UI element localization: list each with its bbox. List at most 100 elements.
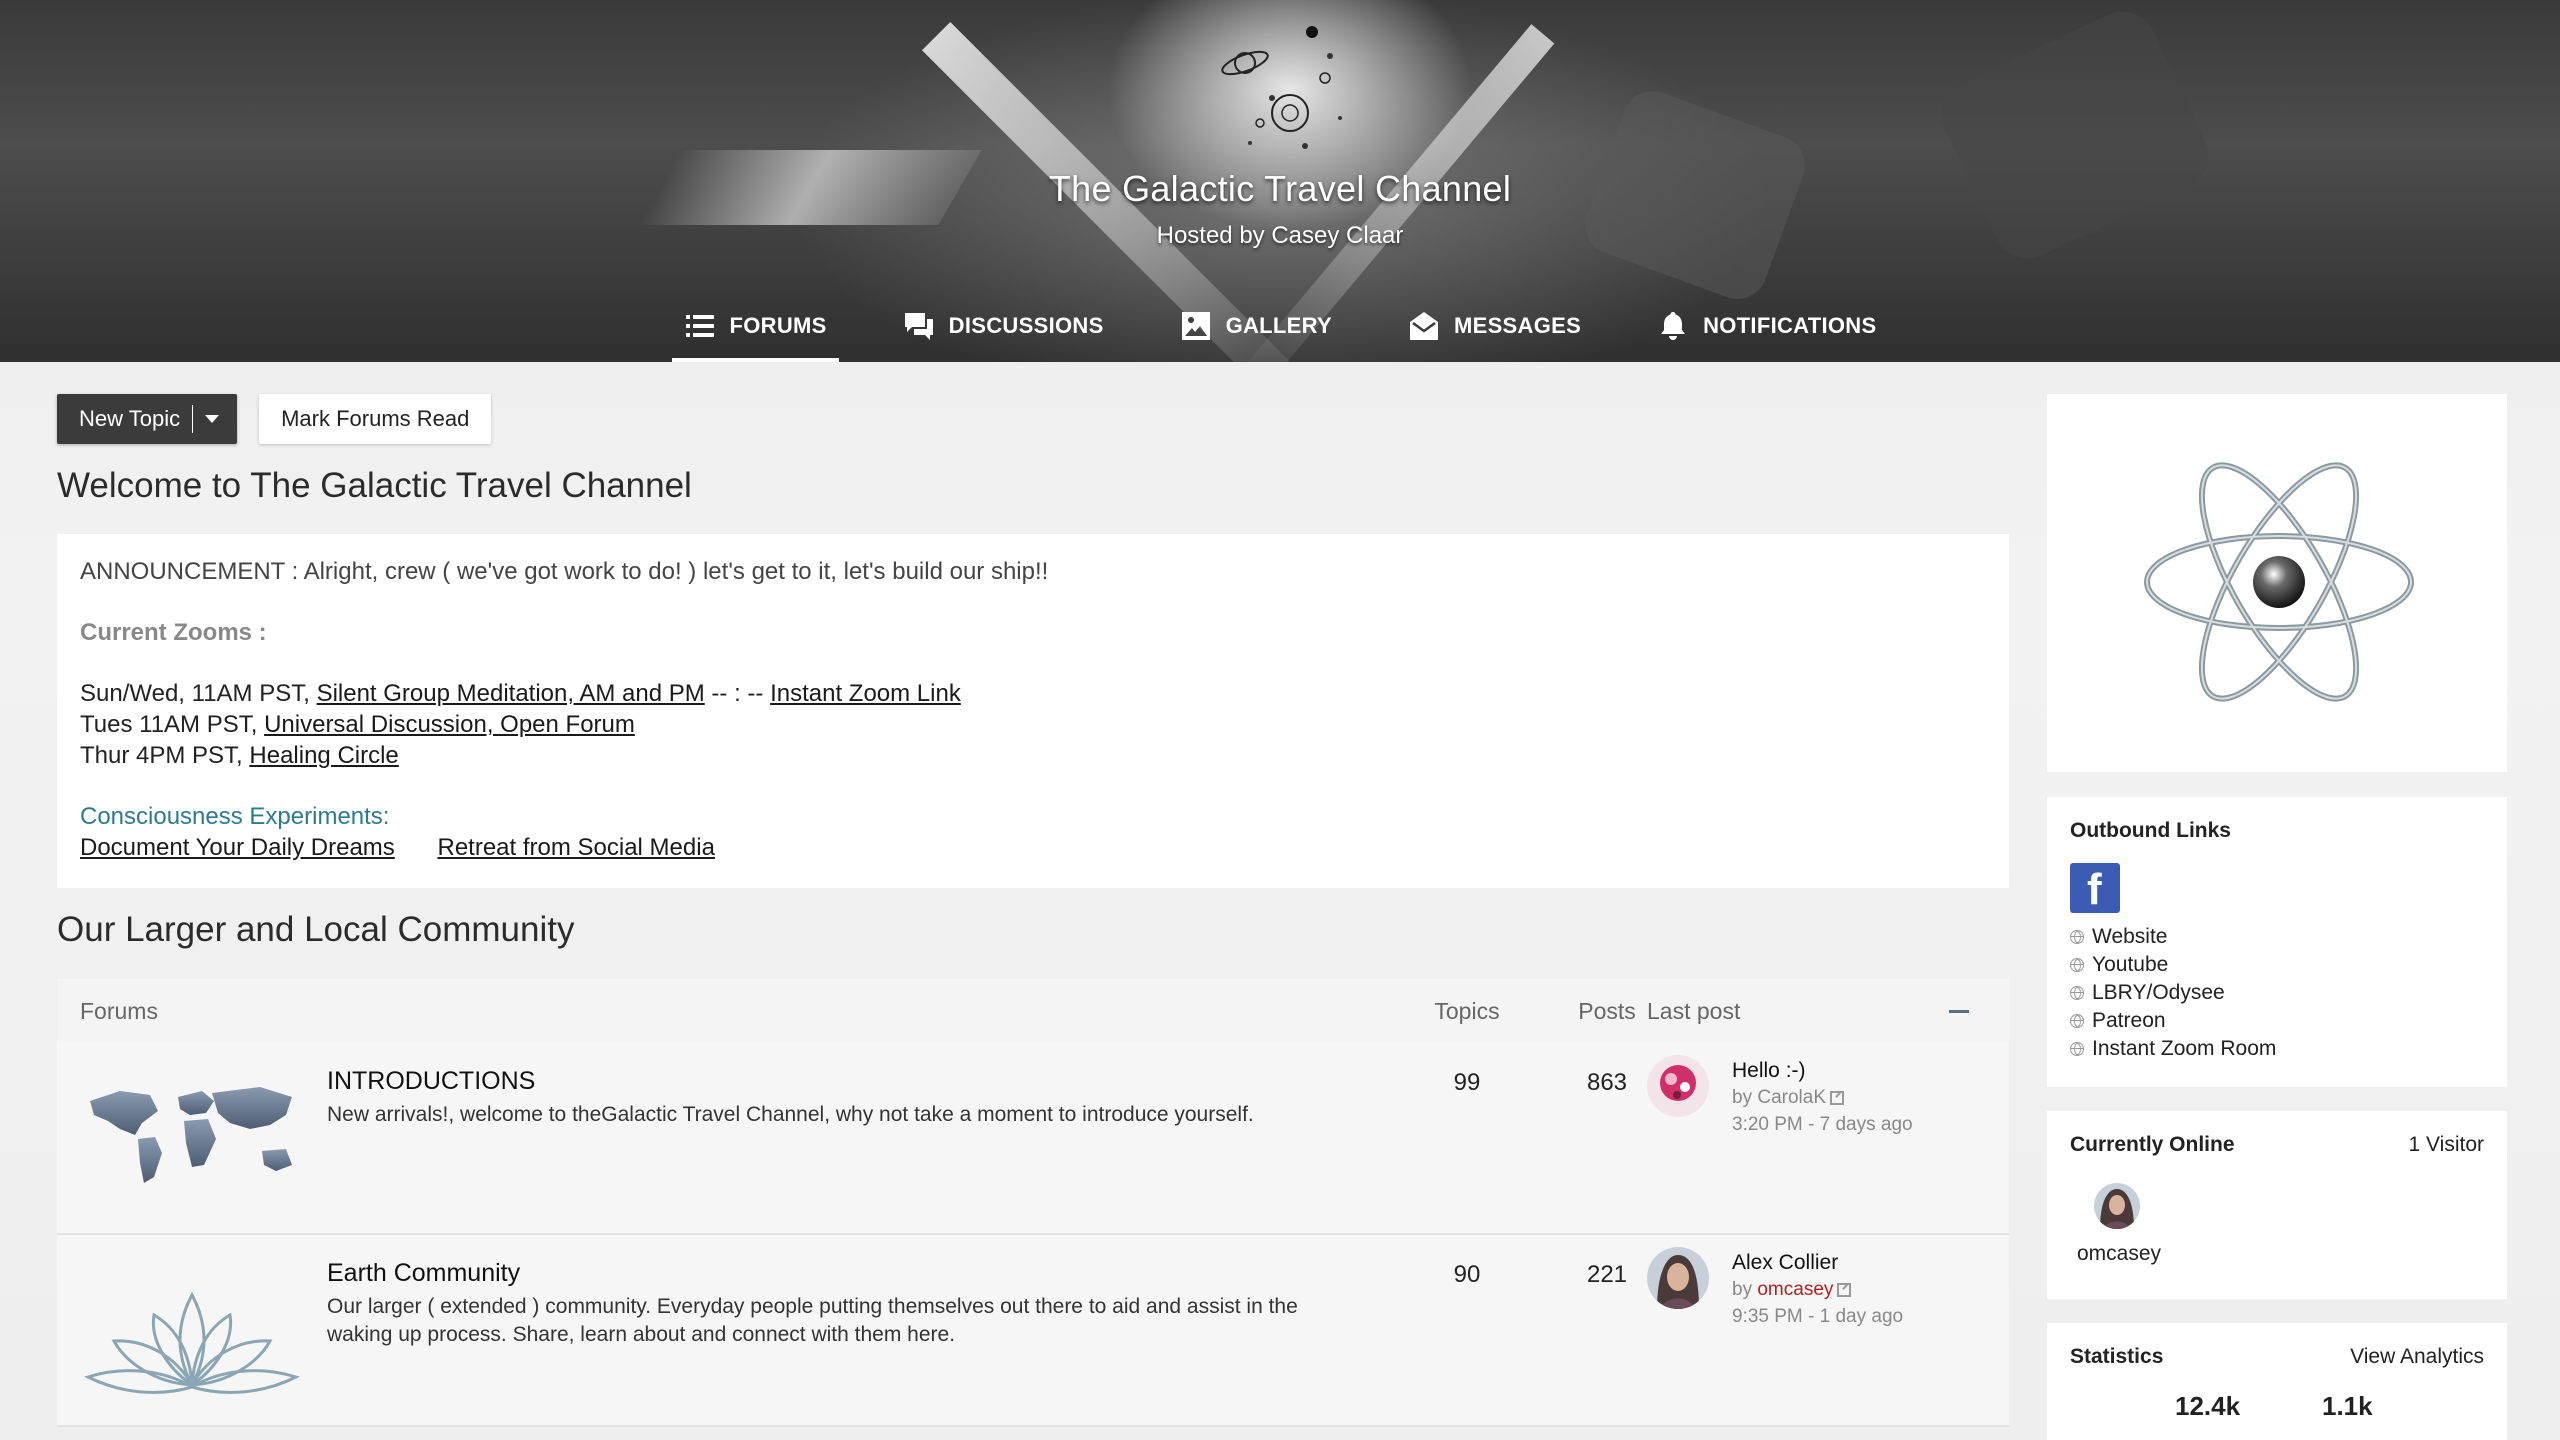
author-link[interactable]: CarolaK: [1757, 1087, 1826, 1108]
globe-icon: [2070, 958, 2084, 972]
outbound-links-list: Website Youtube LBRY/Odysee Patreon Inst…: [2070, 923, 2484, 1063]
globe-icon: [2070, 1042, 2084, 1056]
last-post-title[interactable]: Alex Collier: [1732, 1251, 1838, 1275]
outbound-links-card: Outbound Links f Website Youtube LBRY/Od…: [2047, 797, 2507, 1087]
list-icon: [685, 315, 714, 337]
globe-icon: [2070, 986, 2084, 1000]
author-link[interactable]: omcasey: [1757, 1279, 1833, 1300]
envelope-icon: [1409, 312, 1438, 340]
globe-icon: [2070, 1014, 2084, 1028]
chat-bubbles-icon: [904, 313, 933, 340]
meditation-link[interactable]: Silent Group Meditation, AM and PM: [317, 680, 705, 707]
online-title: Currently Online: [2070, 1133, 2235, 1156]
external-link-icon[interactable]: [1837, 1282, 1852, 1297]
experiments-heading: Consciousness Experiments:: [80, 803, 390, 830]
link-label: Youtube: [2092, 953, 2169, 976]
visitor-count: 1 Visitor: [2408, 1133, 2484, 1156]
forum-title[interactable]: INTRODUCTIONS: [327, 1067, 535, 1096]
outbound-link-lbry[interactable]: LBRY/Odysee: [2070, 979, 2484, 1007]
mark-forums-read-button[interactable]: Mark Forums Read: [259, 394, 492, 444]
image-icon: [1181, 312, 1210, 340]
forum-description: Our larger ( extended ) community. Every…: [327, 1295, 1298, 1346]
globe-icon: [2070, 930, 2084, 944]
forum-row[interactable]: Earth Community Our larger ( extended ) …: [57, 1235, 2009, 1427]
currently-online-card: Currently Online 1 Visitor omcasey: [2047, 1111, 2507, 1299]
last-post-title[interactable]: Hello :-): [1732, 1059, 1806, 1083]
topics-count: 90: [1453, 1261, 1481, 1288]
avatar[interactable]: [1647, 1247, 1709, 1309]
col-forums: Forums: [80, 998, 158, 1024]
outbound-link-patreon[interactable]: Patreon: [2070, 1007, 2484, 1035]
by-label: by: [1732, 1087, 1758, 1108]
stat-value: 1.1k: [2322, 1391, 2373, 1421]
collapse-icon[interactable]: [1949, 1010, 1969, 1013]
discussion-link[interactable]: Universal Discussion, Open Forum: [264, 711, 635, 738]
forum-title[interactable]: Earth Community: [327, 1259, 520, 1288]
world-map-icon: [90, 1087, 292, 1183]
zoom-item: Sun/Wed, 11AM PST, Silent Group Meditati…: [80, 678, 1986, 709]
forum-description: New arrivals!, welcome to theGalactic Tr…: [327, 1103, 1254, 1126]
site-logo-icon[interactable]: [1200, 18, 1370, 168]
nav-messages[interactable]: MESSAGES: [1396, 290, 1593, 362]
atom-icon: [2144, 462, 2414, 702]
last-post-author: by CarolaK: [1732, 1087, 1845, 1109]
link-label: Patreon: [2092, 1009, 2166, 1032]
online-user[interactable]: omcasey: [2077, 1183, 2162, 1266]
lotus-icon: [84, 1291, 300, 1394]
announcement-text: ANNOUNCEMENT : Alright, crew ( we've got…: [80, 558, 1049, 585]
avatar[interactable]: [2094, 1183, 2140, 1229]
nav-notifications-label: NOTIFICATIONS: [1703, 313, 1877, 338]
nav-discussions-label: DISCUSSIONS: [948, 313, 1104, 338]
new-topic-label: New Topic: [79, 406, 181, 431]
view-analytics-link[interactable]: View Analytics: [2350, 1345, 2484, 1369]
zoom-separator: -- : --: [704, 680, 771, 707]
site-header: The Galactic Travel Channel Hosted by Ca…: [0, 0, 2560, 362]
online-username: omcasey: [2077, 1242, 2162, 1265]
healing-circle-link[interactable]: Healing Circle: [249, 742, 398, 769]
new-topic-button[interactable]: New Topic: [57, 394, 238, 444]
outbound-link-zoom-room[interactable]: Instant Zoom Room: [2070, 1035, 2484, 1063]
avatar[interactable]: [1647, 1055, 1709, 1117]
zooms-heading: Current Zooms :: [80, 619, 267, 646]
nav-notifications[interactable]: NOTIFICATIONS: [1645, 290, 1888, 362]
zoom-time: Sun/Wed, 11AM PST,: [80, 680, 317, 707]
social-media-link[interactable]: Retreat from Social Media: [437, 834, 714, 861]
last-post-author: by omcasey: [1732, 1279, 1852, 1301]
stats-header: Statistics View Analytics: [2070, 1345, 2484, 1369]
col-topics: Topics: [1434, 998, 1500, 1024]
facebook-icon[interactable]: f: [2070, 863, 2120, 914]
atom-logo-card: [2047, 394, 2507, 772]
forum-table: Forums Topics Posts Last post INTRODUCTI…: [57, 979, 2009, 1427]
outbound-link-website[interactable]: Website: [2070, 923, 2484, 951]
instant-zoom-link[interactable]: Instant Zoom Link: [770, 680, 961, 707]
outbound-links-title: Outbound Links: [2070, 819, 2231, 842]
bell-icon: [1661, 312, 1686, 340]
external-link-icon[interactable]: [1830, 1090, 1845, 1105]
site-title[interactable]: The Galactic Travel Channel: [0, 168, 2560, 210]
stats-title: Statistics: [2070, 1345, 2164, 1368]
last-post-time: 9:35 PM - 1 day ago: [1732, 1306, 1904, 1327]
zoom-time: Tues 11AM PST,: [80, 711, 265, 738]
facebook-icon-letter: f: [2087, 865, 2102, 914]
posts-count: 221: [1586, 1261, 1628, 1288]
main-nav: FORUMS DISCUSSIONS GALLERY MESSAGES NOTI…: [0, 290, 2560, 362]
by-label: by: [1732, 1279, 1758, 1300]
outbound-link-youtube[interactable]: Youtube: [2070, 951, 2484, 979]
stat-value: 12.4k: [2175, 1391, 2241, 1421]
nav-gallery[interactable]: GALLERY: [1168, 290, 1344, 362]
nav-gallery-label: GALLERY: [1225, 313, 1332, 338]
link-label: Website: [2092, 925, 2168, 948]
section-title: Our Larger and Local Community: [57, 910, 575, 949]
divider: [192, 405, 194, 433]
zoom-item: Tues 11AM PST, Universal Discussion, Ope…: [80, 709, 1986, 740]
topics-count: 99: [1453, 1069, 1481, 1096]
page-title: Welcome to The Galactic Travel Channel: [57, 466, 692, 505]
site-subtitle: Hosted by Casey Claar: [1156, 222, 1404, 249]
nav-forums[interactable]: FORUMS: [671, 290, 839, 362]
nav-discussions[interactable]: DISCUSSIONS: [891, 290, 1116, 362]
last-post-time: 3:20 PM - 7 days ago: [1732, 1114, 1913, 1135]
chevron-down-icon[interactable]: [205, 415, 220, 423]
forum-row[interactable]: INTRODUCTIONS New arrivals!, welcome to …: [57, 1043, 2009, 1235]
dreams-link[interactable]: Document Your Daily Dreams: [80, 834, 395, 861]
zoom-item: Thur 4PM PST, Healing Circle: [80, 740, 1986, 771]
